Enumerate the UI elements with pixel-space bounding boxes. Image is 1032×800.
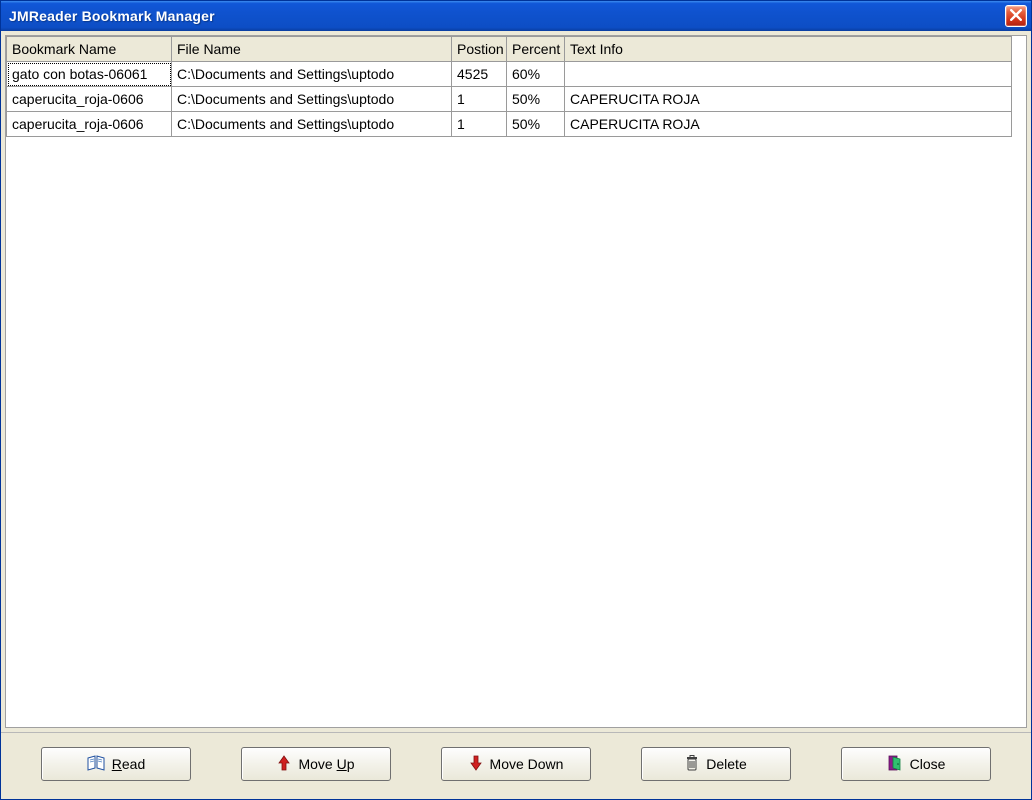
col-header-textinfo[interactable]: Text Info <box>565 37 1012 62</box>
move-down-button[interactable]: Move Down <box>441 747 591 781</box>
client-area: Bookmark Name File Name Postion Percent … <box>1 31 1031 799</box>
read-button[interactable]: Read <box>41 747 191 781</box>
window-close-button[interactable] <box>1005 5 1027 27</box>
button-label: Delete <box>706 756 746 772</box>
title-bar[interactable]: JMReader Bookmark Manager <box>1 1 1031 31</box>
col-header-file[interactable]: File Name <box>172 37 452 62</box>
button-label: Move Down <box>490 756 564 772</box>
cell-bookmark[interactable]: caperucita_roja-0606 <box>7 87 172 112</box>
cell-bookmark[interactable]: gato con botas-06061 <box>7 62 172 87</box>
book-icon <box>87 755 105 774</box>
cell-position[interactable]: 4525 <box>452 62 507 87</box>
cell-percent[interactable]: 50% <box>507 87 565 112</box>
grid-panel: Bookmark Name File Name Postion Percent … <box>5 35 1027 728</box>
table-row[interactable]: caperucita_roja-0606 C:\Documents and Se… <box>7 87 1012 112</box>
arrow-up-icon <box>277 755 291 774</box>
close-button[interactable]: Close <box>841 747 991 781</box>
window: JMReader Bookmark Manager Bookmark Name … <box>0 0 1032 800</box>
button-label: Close <box>910 756 946 772</box>
button-label: Read <box>112 756 145 772</box>
cell-percent[interactable]: 60% <box>507 62 565 87</box>
cell-file[interactable]: C:\Documents and Settings\uptodo <box>172 87 452 112</box>
cell-file[interactable]: C:\Documents and Settings\uptodo <box>172 62 452 87</box>
cell-position[interactable]: 1 <box>452 87 507 112</box>
table-row[interactable]: gato con botas-06061 C:\Documents and Se… <box>7 62 1012 87</box>
arrow-down-icon <box>469 755 483 774</box>
button-bar: Read Move Up Move Down <box>1 732 1031 799</box>
cell-position[interactable]: 1 <box>452 112 507 137</box>
col-header-bookmark[interactable]: Bookmark Name <box>7 37 172 62</box>
bookmarks-table[interactable]: Bookmark Name File Name Postion Percent … <box>6 36 1012 137</box>
cell-bookmark[interactable]: caperucita_roja-0606 <box>7 112 172 137</box>
col-header-position[interactable]: Postion <box>452 37 507 62</box>
close-icon <box>1010 8 1022 24</box>
button-label: Move Up <box>298 756 354 772</box>
col-header-percent[interactable]: Percent <box>507 37 565 62</box>
window-title: JMReader Bookmark Manager <box>9 8 1005 24</box>
move-up-button[interactable]: Move Up <box>241 747 391 781</box>
table-row[interactable]: caperucita_roja-0606 C:\Documents and Se… <box>7 112 1012 137</box>
door-icon <box>887 755 903 774</box>
table-header-row[interactable]: Bookmark Name File Name Postion Percent … <box>7 37 1012 62</box>
cell-textinfo[interactable] <box>565 62 1012 87</box>
delete-button[interactable]: Delete <box>641 747 791 781</box>
cell-textinfo[interactable]: CAPERUCITA ROJA <box>565 87 1012 112</box>
trash-icon <box>685 755 699 774</box>
cell-textinfo[interactable]: CAPERUCITA ROJA <box>565 112 1012 137</box>
cell-percent[interactable]: 50% <box>507 112 565 137</box>
cell-file[interactable]: C:\Documents and Settings\uptodo <box>172 112 452 137</box>
grid-empty-area[interactable] <box>6 137 1026 727</box>
